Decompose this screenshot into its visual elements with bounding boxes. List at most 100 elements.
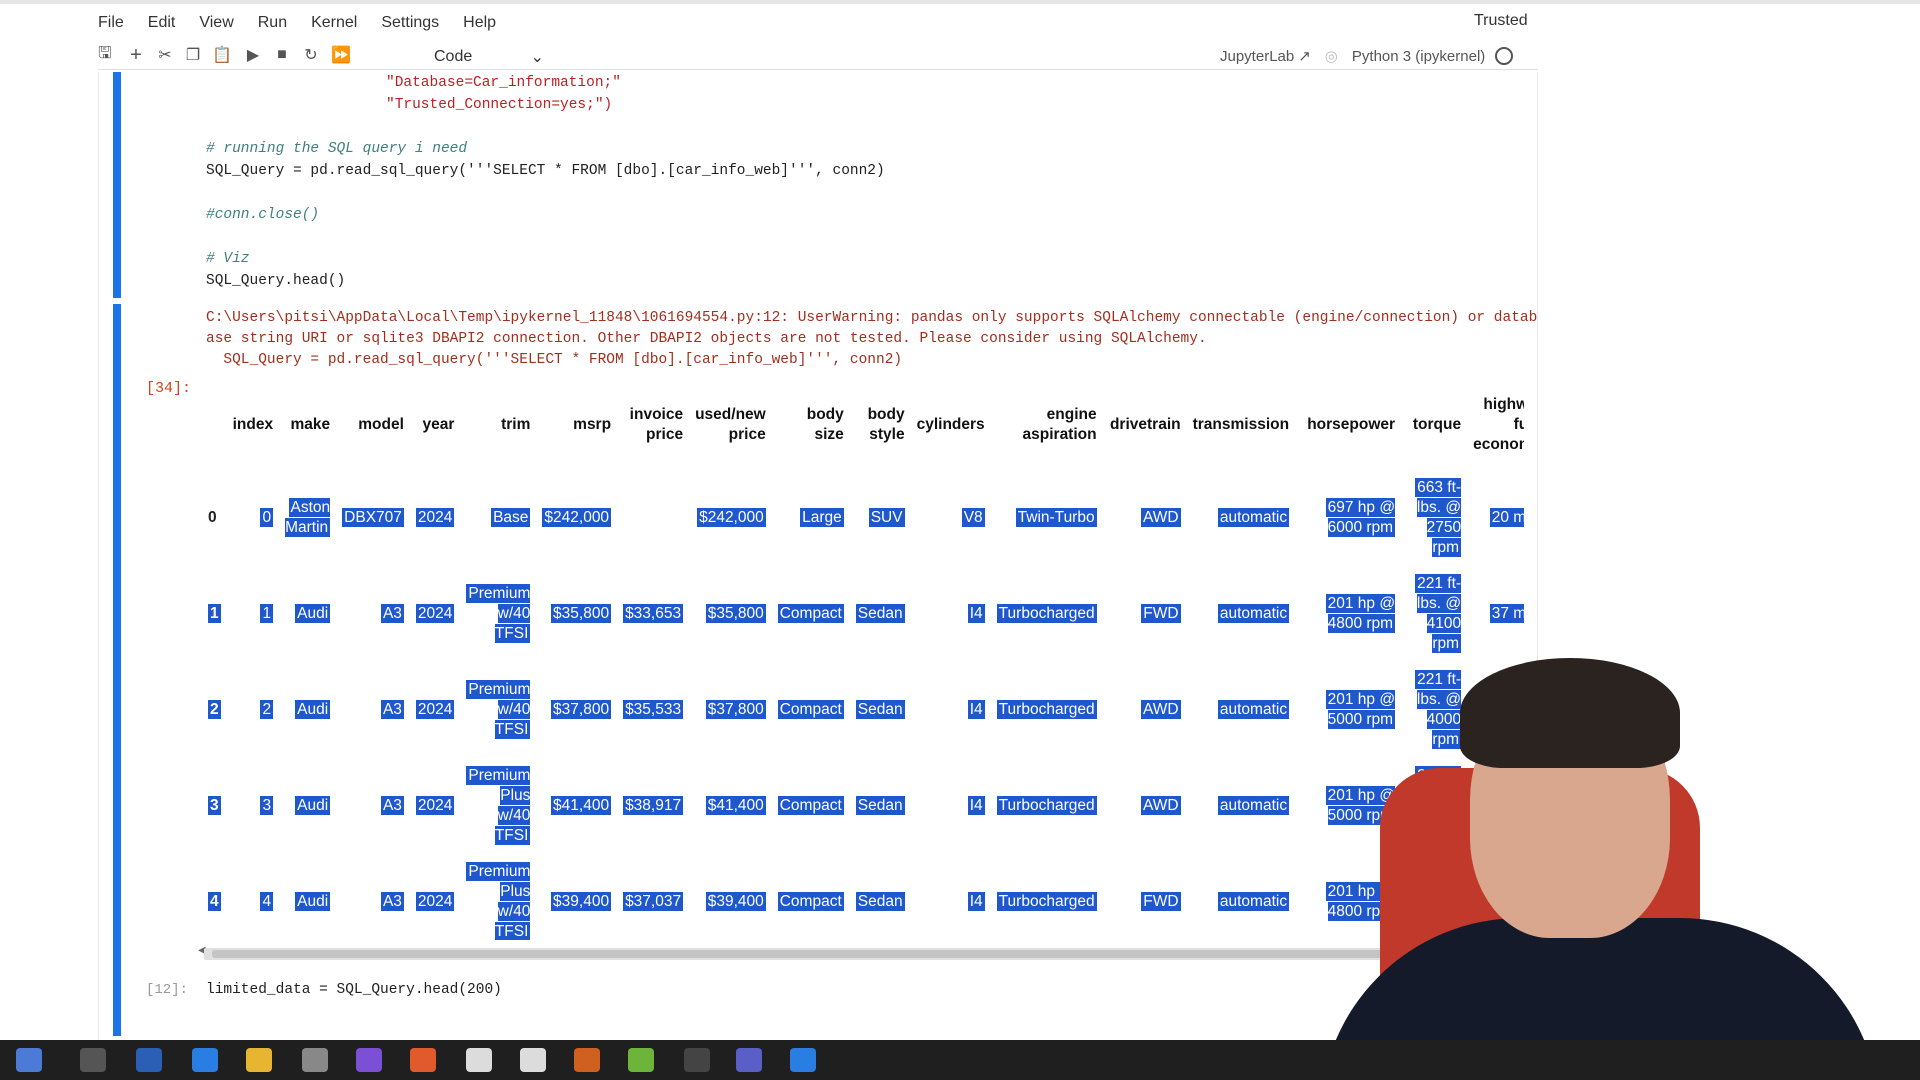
snip-icon[interactable] bbox=[628, 1048, 654, 1072]
file-explorer-icon[interactable] bbox=[246, 1048, 272, 1072]
table-cell: Compact bbox=[772, 662, 850, 758]
menu-view[interactable]: View bbox=[199, 14, 233, 32]
menu-run[interactable]: Run bbox=[258, 14, 287, 32]
mail-icon[interactable] bbox=[192, 1048, 218, 1072]
cell-text: 2024 bbox=[415, 796, 455, 815]
code-string: "Database=Car_information;" bbox=[386, 75, 621, 91]
table-cell: Turbocharged bbox=[991, 854, 1103, 940]
table-cell: Audi bbox=[279, 662, 336, 758]
table-cell: $39,400 bbox=[689, 854, 772, 940]
cell-type-select[interactable]: Code ⌄ bbox=[434, 46, 544, 68]
run-icon[interactable]: ▶ bbox=[242, 44, 264, 66]
table-cell: A3 bbox=[336, 854, 410, 940]
table-cell: 663 ft-lbs. @ 2750 rpm bbox=[1401, 470, 1467, 566]
github-icon[interactable] bbox=[684, 1048, 710, 1072]
cell-text: I4 bbox=[967, 604, 985, 623]
window-top-border bbox=[0, 0, 1920, 4]
webcam-overlay bbox=[1300, 648, 1920, 1040]
code-line[interactable]: "Trusted_Connection=yes;") bbox=[386, 97, 612, 113]
chrome-active-icon[interactable] bbox=[520, 1048, 546, 1072]
table-cell: 2024 bbox=[410, 758, 460, 854]
column-header: drivetrain bbox=[1109, 416, 1181, 433]
trusted-indicator[interactable]: Trusted bbox=[1474, 12, 1528, 30]
add-cell-icon[interactable]: + bbox=[125, 44, 147, 66]
table-cell: 0 bbox=[227, 470, 279, 566]
menu-edit[interactable]: Edit bbox=[148, 14, 176, 32]
cell-text: I4 bbox=[967, 700, 985, 719]
brave-icon[interactable] bbox=[410, 1048, 436, 1072]
table-cell: automatic bbox=[1187, 758, 1295, 854]
stop-icon[interactable]: ■ bbox=[271, 44, 293, 66]
code-line[interactable]: SQL_Query.head() bbox=[206, 273, 345, 289]
table-cell: $39,400 bbox=[536, 854, 617, 940]
cell-text: 1 bbox=[208, 604, 221, 623]
cell-text: Turbocharged bbox=[996, 892, 1097, 911]
table-cell: AWD bbox=[1103, 758, 1187, 854]
cell-text: Twin-Turbo bbox=[1015, 508, 1097, 527]
table-cell: automatic bbox=[1187, 470, 1295, 566]
table-cell: $242,000 bbox=[536, 470, 617, 566]
widgets-icon[interactable] bbox=[16, 1048, 42, 1072]
column-header: engine aspiration bbox=[1022, 406, 1097, 443]
cell-text: SUV bbox=[868, 508, 905, 527]
vscode-icon[interactable] bbox=[790, 1048, 816, 1072]
notebook-toolbar: 🖫 + ✂ ❐ 📋 ▶ ■ ↻ ⏩ Code ⌄ JupyterLab ↗ ◎ … bbox=[98, 40, 1538, 70]
table-cell: 3 bbox=[202, 758, 227, 854]
cell-text: Premium Plus w/40 TFSI bbox=[466, 862, 531, 940]
menu-kernel[interactable]: Kernel bbox=[311, 14, 357, 32]
teams-icon[interactable] bbox=[736, 1048, 762, 1072]
app-icon[interactable] bbox=[574, 1048, 600, 1072]
code-comment[interactable]: # running the SQL query i need bbox=[206, 141, 467, 157]
chevron-down-icon: ⌄ bbox=[530, 49, 544, 66]
scrollbar-thumb[interactable] bbox=[212, 950, 1412, 958]
cell-text: Turbocharged bbox=[996, 700, 1097, 719]
table-cell: 3 bbox=[227, 758, 279, 854]
cell-selection-bar bbox=[113, 72, 121, 298]
cell-text: $39,400 bbox=[551, 892, 612, 911]
cell-text: I4 bbox=[967, 796, 985, 815]
restart-icon[interactable]: ↻ bbox=[300, 44, 322, 66]
table-cell: Audi bbox=[279, 854, 336, 940]
task-view-icon[interactable] bbox=[80, 1048, 106, 1072]
copy-icon[interactable]: ❐ bbox=[182, 44, 204, 66]
table-cell: 697 hp @ 6000 rpm bbox=[1295, 470, 1401, 566]
table-cell: $37,037 bbox=[617, 854, 689, 940]
cell-text: Base bbox=[491, 508, 531, 527]
code-line[interactable]: SQL_Query = pd.read_sql_query('''SELECT … bbox=[206, 163, 885, 179]
table-cell: automatic bbox=[1187, 566, 1295, 662]
table-row[interactable]: 0 0 Aston Martin DBX707 2024 Base $242,000 $242… bbox=[202, 470, 1524, 566]
cell-text: 4 bbox=[208, 892, 221, 911]
save-icon[interactable]: 🖫 bbox=[94, 44, 116, 66]
code-line[interactable]: limited_data = SQL_Query.head(200) bbox=[206, 982, 502, 998]
table-cell: FWD bbox=[1103, 854, 1187, 940]
external-link-icon: ↗ bbox=[1298, 48, 1311, 65]
menu-settings[interactable]: Settings bbox=[381, 14, 439, 32]
table-cell: Premium w/40 TFSI bbox=[460, 566, 536, 662]
menu-help[interactable]: Help bbox=[463, 14, 496, 32]
cell-text: 20 m bbox=[1489, 508, 1524, 527]
cell-text: 201 hp @ 4800 rpm bbox=[1325, 594, 1396, 633]
cell-type-label: Code bbox=[434, 48, 473, 65]
cell-text: I4 bbox=[967, 892, 985, 911]
code-comment[interactable]: # Viz bbox=[206, 251, 250, 267]
cell-text: A3 bbox=[380, 604, 404, 623]
column-header: body size bbox=[806, 406, 844, 443]
table-cell: Base bbox=[460, 470, 536, 566]
table-cell: automatic bbox=[1187, 854, 1295, 940]
copilot-icon[interactable] bbox=[356, 1048, 382, 1072]
kernel-name[interactable]: Python 3 (ipykernel) bbox=[1352, 48, 1485, 65]
cell-text: Aston Martin bbox=[285, 498, 331, 537]
code-line[interactable]: "Database=Car_information;" bbox=[386, 75, 621, 91]
code-comment[interactable]: #conn.close() bbox=[206, 207, 319, 223]
table-cell: Sedan bbox=[850, 662, 911, 758]
cut-icon[interactable]: ✂ bbox=[154, 44, 176, 66]
screen: { "menu": ["File","Edit","View","Run","K… bbox=[0, 0, 1920, 1080]
notepad-icon[interactable] bbox=[302, 1048, 328, 1072]
jupyterlab-link[interactable]: JupyterLab bbox=[1220, 48, 1294, 65]
paste-icon[interactable]: 📋 bbox=[211, 44, 233, 66]
store-icon[interactable] bbox=[136, 1048, 162, 1072]
restart-run-all-icon[interactable]: ⏩ bbox=[330, 44, 352, 66]
cell-text: Audi bbox=[295, 604, 331, 623]
chrome-icon[interactable] bbox=[466, 1048, 492, 1072]
menu-file[interactable]: File bbox=[98, 14, 124, 32]
